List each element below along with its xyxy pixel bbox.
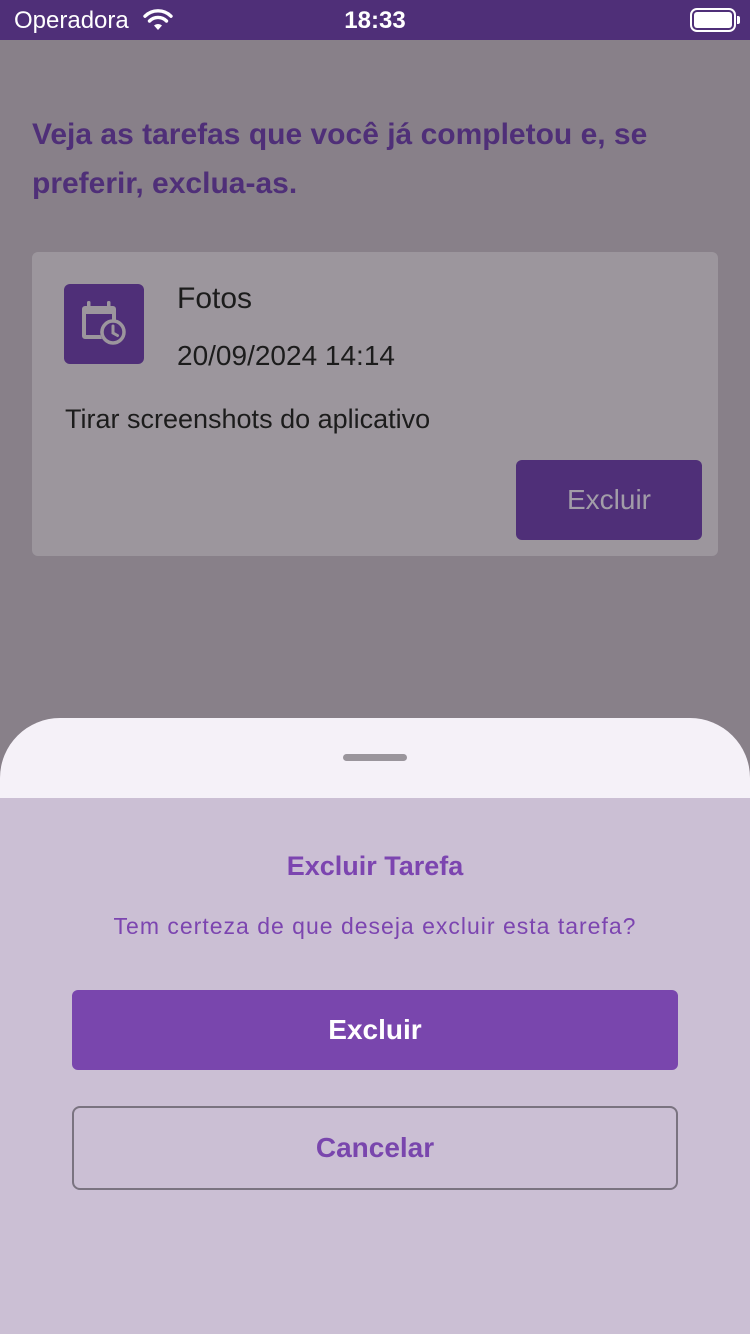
battery-icon — [690, 8, 740, 32]
sheet-title: Excluir Tarefa — [286, 851, 464, 881]
task-card: Fotos 20/09/2024 14:14 Tirar screenshots… — [32, 252, 718, 556]
drag-handle[interactable] — [343, 754, 407, 761]
bottom-sheet: Excluir Tarefa Tem certeza de que deseja… — [0, 798, 750, 1334]
task-description: Tirar screenshots do aplicativo — [65, 404, 431, 434]
sheet-message: Tem certeza de que deseja excluir esta t… — [113, 913, 637, 939]
status-bar: Operadora 18:33 — [0, 0, 750, 40]
cancel-button[interactable]: Cancelar — [72, 1106, 678, 1190]
task-title: Fotos — [177, 282, 253, 315]
bottom-sheet-header — [0, 718, 750, 808]
task-datetime: 20/09/2024 14:14 — [177, 340, 395, 371]
calendar-clock-icon — [64, 284, 144, 364]
page-intro-text: Veja as tarefas que você já completou e,… — [32, 118, 648, 200]
task-delete-button[interactable]: Excluir — [516, 460, 702, 540]
status-time: 18:33 — [344, 7, 406, 34]
confirm-delete-button[interactable]: Excluir — [72, 990, 678, 1070]
